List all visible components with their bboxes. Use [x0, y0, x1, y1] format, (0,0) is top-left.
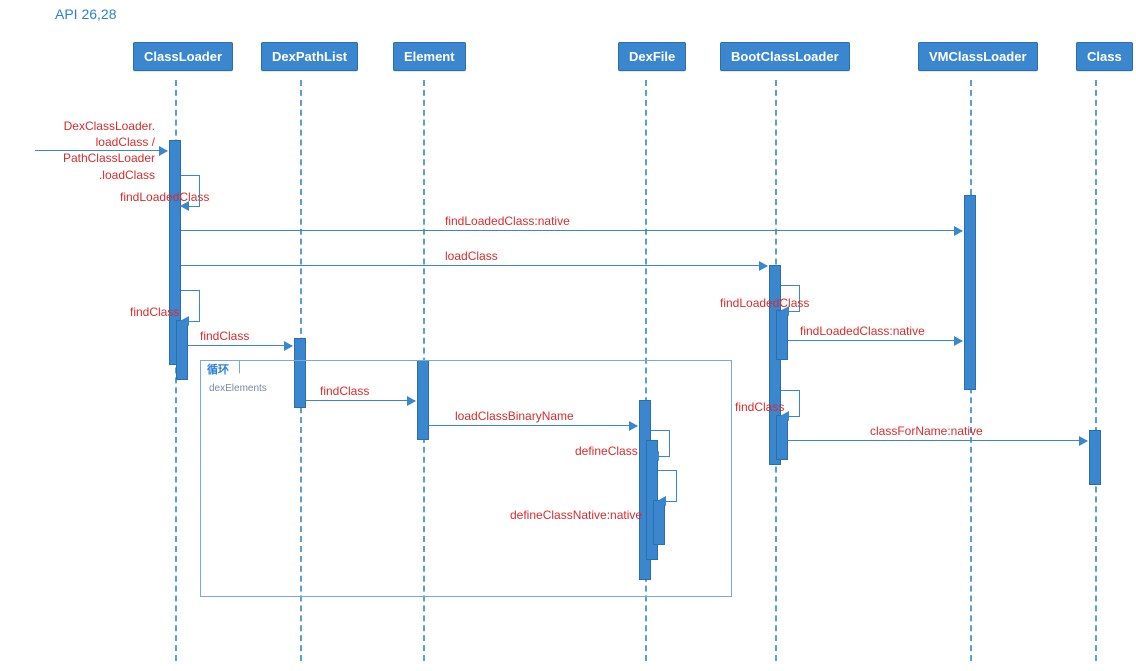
arrow-external-to-classloader	[35, 150, 167, 151]
label-bcl-findclass: findClass	[735, 400, 784, 414]
label-findloadedclass-native: findLoadedClass:native	[445, 214, 570, 228]
label-cl-to-dpl-findclass: findClass	[200, 329, 249, 343]
diagram-title: API 26,28	[55, 6, 117, 22]
loop-operator: 循环	[200, 360, 240, 381]
self-cl-findclass	[181, 290, 200, 322]
activation-bootclassloader-find	[776, 310, 788, 360]
arrow-el-to-df	[429, 425, 637, 426]
lifeline-class	[1095, 80, 1097, 661]
note-l1: DexClassLoader.	[64, 119, 155, 133]
participant-bootclassloader: BootClassLoader	[720, 42, 850, 71]
participant-element: Element	[393, 42, 466, 71]
arrow-cl-to-dpl	[188, 345, 292, 346]
note-l3: PathClassLoader	[63, 151, 155, 165]
self-findloadedclass	[181, 175, 200, 207]
arrow-cl-to-bcl	[181, 265, 767, 266]
participant-dexfile: DexFile	[618, 42, 686, 71]
activation-class	[1089, 430, 1101, 485]
arrow-bcl-to-class	[788, 440, 1087, 441]
participant-vmclassloader: VMClassLoader	[918, 42, 1038, 71]
label-classforname: classForName:native	[870, 424, 983, 438]
arrow-cl-to-vm	[181, 230, 962, 231]
arrow-dpl-to-element	[306, 400, 415, 401]
activation-vmclassloader	[964, 195, 976, 390]
participant-class: Class	[1076, 42, 1133, 71]
label-cl-findclass: findClass	[130, 305, 179, 319]
note-l4: .loadClass	[99, 168, 155, 182]
label-defineclassnative: defineClassNative:native	[510, 508, 642, 522]
self-df-defineclassnative	[658, 470, 677, 502]
participant-dexpathlist: DexPathList	[261, 42, 358, 71]
label-loadclassbinaryname: loadClassBinaryName	[455, 409, 574, 423]
arrow-bcl-to-vm	[788, 340, 962, 341]
activation-bootclassloader-findclass	[776, 415, 788, 460]
self-df-defineclass	[651, 430, 670, 457]
loop-fragment: 循环 dexElements	[200, 360, 732, 597]
label-bcl-findloadedclass: findLoadedClass	[720, 296, 809, 310]
activation-classloader-nested	[176, 320, 188, 380]
note-l2: loadClass /	[96, 135, 155, 149]
label-dpl-findclass: findClass	[320, 384, 369, 398]
label-loadclass: loadClass	[445, 249, 498, 263]
label-bcl-findloadedclass-native: findLoadedClass:native	[800, 324, 925, 338]
label-defineclass: defineClass	[575, 444, 638, 458]
participant-classloader: ClassLoader	[133, 42, 233, 71]
loop-guard: dexElements	[209, 383, 267, 394]
